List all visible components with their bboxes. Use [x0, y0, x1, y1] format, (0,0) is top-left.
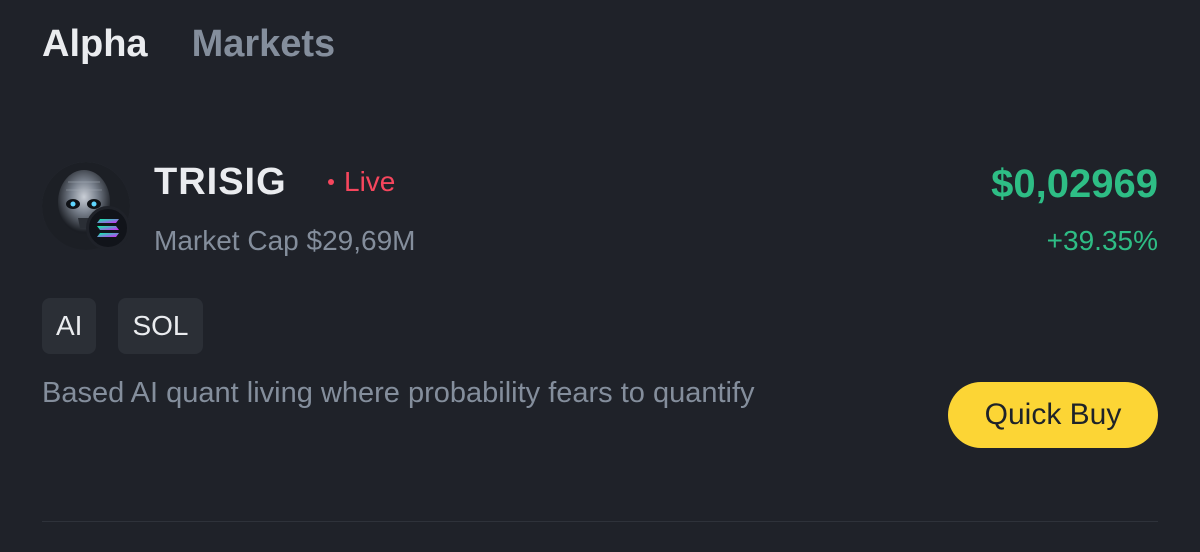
- tab-alpha[interactable]: Alpha: [42, 18, 148, 70]
- tag-sol[interactable]: SOL: [118, 298, 203, 354]
- divider: [42, 521, 1158, 522]
- token-avatar[interactable]: [42, 162, 132, 252]
- live-status: Live: [328, 164, 395, 200]
- tag-ai[interactable]: AI: [42, 298, 97, 354]
- live-label: Live: [344, 166, 396, 197]
- live-dot-icon: [328, 179, 334, 185]
- top-tabs: Alpha Markets: [42, 18, 335, 70]
- token-price: $0,02969: [991, 162, 1158, 206]
- price-change: +39.35%: [1046, 225, 1158, 256]
- tab-markets[interactable]: Markets: [192, 18, 336, 70]
- alpha-screen: Alpha Markets TRISIG Live Market Cap $29…: [0, 0, 1200, 552]
- token-tags: AI SOL: [42, 298, 203, 354]
- solana-icon: [86, 206, 130, 250]
- market-cap: Market Cap $29,69M: [154, 225, 416, 256]
- token-description: Based AI quant living where probability …: [42, 377, 755, 409]
- quick-buy-button[interactable]: Quick Buy: [948, 382, 1158, 448]
- token-name[interactable]: TRISIG: [154, 158, 287, 206]
